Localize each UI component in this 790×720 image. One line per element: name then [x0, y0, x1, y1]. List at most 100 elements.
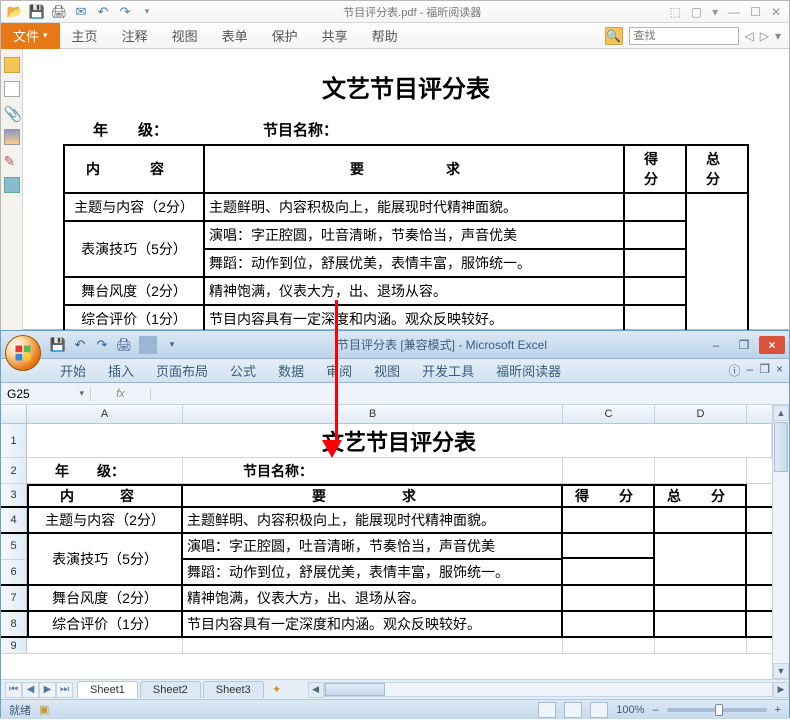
email-icon[interactable]: ✉: [73, 4, 89, 20]
close-icon[interactable]: ✕: [771, 5, 781, 19]
pdf-tab-home[interactable]: 主页: [60, 23, 110, 49]
xl-tab-home[interactable]: 开始: [49, 361, 97, 380]
cell-c2[interactable]: [563, 458, 655, 483]
restore-icon[interactable]: ❐: [731, 336, 757, 354]
pdf-tab-help[interactable]: 帮助: [360, 23, 410, 49]
redo-icon[interactable]: ↷: [93, 336, 111, 354]
hdr-cat[interactable]: 内 容: [27, 484, 183, 506]
hscroll-thumb[interactable]: [325, 683, 385, 696]
print-icon[interactable]: 🖨: [51, 4, 67, 20]
row-header-6[interactable]: 6: [1, 559, 27, 584]
cell-title[interactable]: 文艺节目评分表: [27, 424, 772, 457]
redo-icon[interactable]: ↷: [117, 4, 133, 20]
hdr-total[interactable]: 总 分: [655, 484, 747, 506]
sheet-tab-2[interactable]: Sheet2: [140, 681, 201, 698]
zoom-in-icon[interactable]: +: [775, 704, 781, 716]
help-icon[interactable]: ▾: [712, 5, 718, 19]
cell-req-1a[interactable]: 演唱：字正腔圆，吐音清晰，节奏恰当，声音优美: [183, 534, 563, 560]
row-header-8[interactable]: 8: [1, 612, 27, 636]
sheet-nav-last-icon[interactable]: ⏭: [56, 682, 73, 698]
search-prev-icon[interactable]: ◁: [745, 29, 754, 43]
col-header-d[interactable]: D: [655, 405, 747, 423]
pdf-tab-view[interactable]: 视图: [160, 23, 210, 49]
name-box[interactable]: G25: [1, 387, 91, 401]
zoom-value[interactable]: 100%: [616, 704, 644, 716]
cell-score-3[interactable]: [563, 612, 655, 636]
horizontal-scrollbar[interactable]: ◀ ▶: [308, 682, 789, 698]
cell-grade-label[interactable]: 年 级：: [27, 458, 183, 483]
inner-restore-icon[interactable]: ❐: [759, 362, 770, 379]
cell-b9[interactable]: [183, 638, 563, 653]
inner-close-icon[interactable]: ×: [776, 362, 783, 379]
cell-req-1b[interactable]: 舞蹈：动作到位，舒展优美，表情丰富，服饰统一。: [183, 560, 563, 584]
ribbon-toggle-icon[interactable]: ⬚: [669, 5, 680, 19]
signature-icon[interactable]: ✎: [4, 153, 20, 169]
cell-total-1[interactable]: [655, 534, 747, 584]
scroll-up-icon[interactable]: ▲: [773, 405, 789, 421]
sheet-nav-first-icon[interactable]: ⏮: [5, 682, 22, 698]
cell-cat-2[interactable]: 舞台风度（2分）: [27, 586, 183, 610]
xl-tab-data[interactable]: 数据: [267, 361, 315, 380]
cell-total-0[interactable]: [655, 508, 747, 532]
new-sheet-icon[interactable]: ✦: [266, 683, 288, 696]
office-button[interactable]: [5, 335, 41, 371]
skin-icon[interactable]: ▢: [691, 5, 702, 19]
cell-a9[interactable]: [27, 638, 183, 653]
cell-score-0[interactable]: [563, 508, 655, 532]
cell-total-3[interactable]: [655, 612, 747, 636]
pdf-file-tab[interactable]: 文件: [1, 23, 60, 49]
cell-cat-1[interactable]: 表演技巧（5分）: [27, 534, 183, 584]
row-header-3[interactable]: 3: [1, 484, 27, 506]
col-header-b[interactable]: B: [183, 405, 563, 423]
col-header-c[interactable]: C: [563, 405, 655, 423]
view-normal-icon[interactable]: [538, 702, 556, 718]
search-options-icon[interactable]: ▾: [775, 29, 781, 43]
cell-req-0[interactable]: 主题鲜明、内容积极向上，能展现时代精神面貌。: [183, 508, 563, 532]
select-all-corner[interactable]: [1, 405, 27, 423]
pages-panel-icon[interactable]: [4, 81, 20, 97]
maximize-icon[interactable]: ☐: [750, 5, 761, 19]
cell-req-2[interactable]: 精神饱满，仪表大方，出、退场从容。: [183, 586, 563, 610]
save-icon[interactable]: 💾: [49, 336, 67, 354]
cell-cat-3[interactable]: 综合评价（1分）: [27, 612, 183, 636]
cell-cat-0[interactable]: 主题与内容（2分）: [27, 508, 183, 532]
hdr-req[interactable]: 要 求: [183, 484, 563, 506]
customize-qat-icon[interactable]: ▾: [163, 336, 181, 354]
pdf-search-input[interactable]: [629, 27, 739, 45]
cell-c9[interactable]: [563, 638, 655, 653]
row-header-7[interactable]: 7: [1, 586, 27, 610]
search-icon[interactable]: 🔍: [605, 27, 623, 45]
cell-req-3[interactable]: 节目内容具有一定深度和内涵。观众反映较好。: [183, 612, 563, 636]
pdf-tab-protect[interactable]: 保护: [260, 23, 310, 49]
layers-icon[interactable]: [4, 177, 20, 193]
search-next-icon[interactable]: ▷: [760, 29, 769, 43]
sheet-tab-1[interactable]: Sheet1: [77, 681, 138, 698]
col-header-a[interactable]: A: [27, 405, 183, 423]
inner-minimize-icon[interactable]: –: [747, 362, 754, 379]
cell-score-1a[interactable]: [563, 534, 655, 559]
hdr-score[interactable]: 得 分: [563, 484, 655, 506]
save-icon[interactable]: 💾: [29, 4, 45, 20]
sheet-tab-3[interactable]: Sheet3: [203, 681, 264, 698]
sheet-nav-prev-icon[interactable]: ◀: [22, 682, 39, 698]
vertical-scrollbar[interactable]: ▲ ▼: [772, 405, 789, 679]
vscroll-thumb[interactable]: [774, 422, 788, 472]
macro-icon[interactable]: ▣: [39, 703, 49, 716]
xl-tab-foxit[interactable]: 福昕阅读器: [485, 361, 572, 380]
scroll-down-icon[interactable]: ▼: [773, 663, 789, 679]
pdf-tab-form[interactable]: 表单: [210, 23, 260, 49]
attachment-icon[interactable]: 📎: [4, 105, 20, 121]
undo-icon[interactable]: ↶: [95, 4, 111, 20]
qat-more-icon[interactable]: ▾: [139, 4, 155, 20]
cell-score-1b[interactable]: [563, 559, 655, 584]
zoom-slider[interactable]: [667, 708, 767, 712]
minimize-icon[interactable]: –: [703, 336, 729, 354]
close-icon[interactable]: ×: [759, 336, 785, 354]
cell-d9[interactable]: [655, 638, 747, 653]
cell-total-2[interactable]: [655, 586, 747, 610]
view-layout-icon[interactable]: [564, 702, 582, 718]
row-header-2[interactable]: 2: [1, 458, 27, 483]
row-header-4[interactable]: 4: [1, 508, 27, 532]
cell-d2[interactable]: [655, 458, 747, 483]
view-pagebreak-icon[interactable]: [590, 702, 608, 718]
